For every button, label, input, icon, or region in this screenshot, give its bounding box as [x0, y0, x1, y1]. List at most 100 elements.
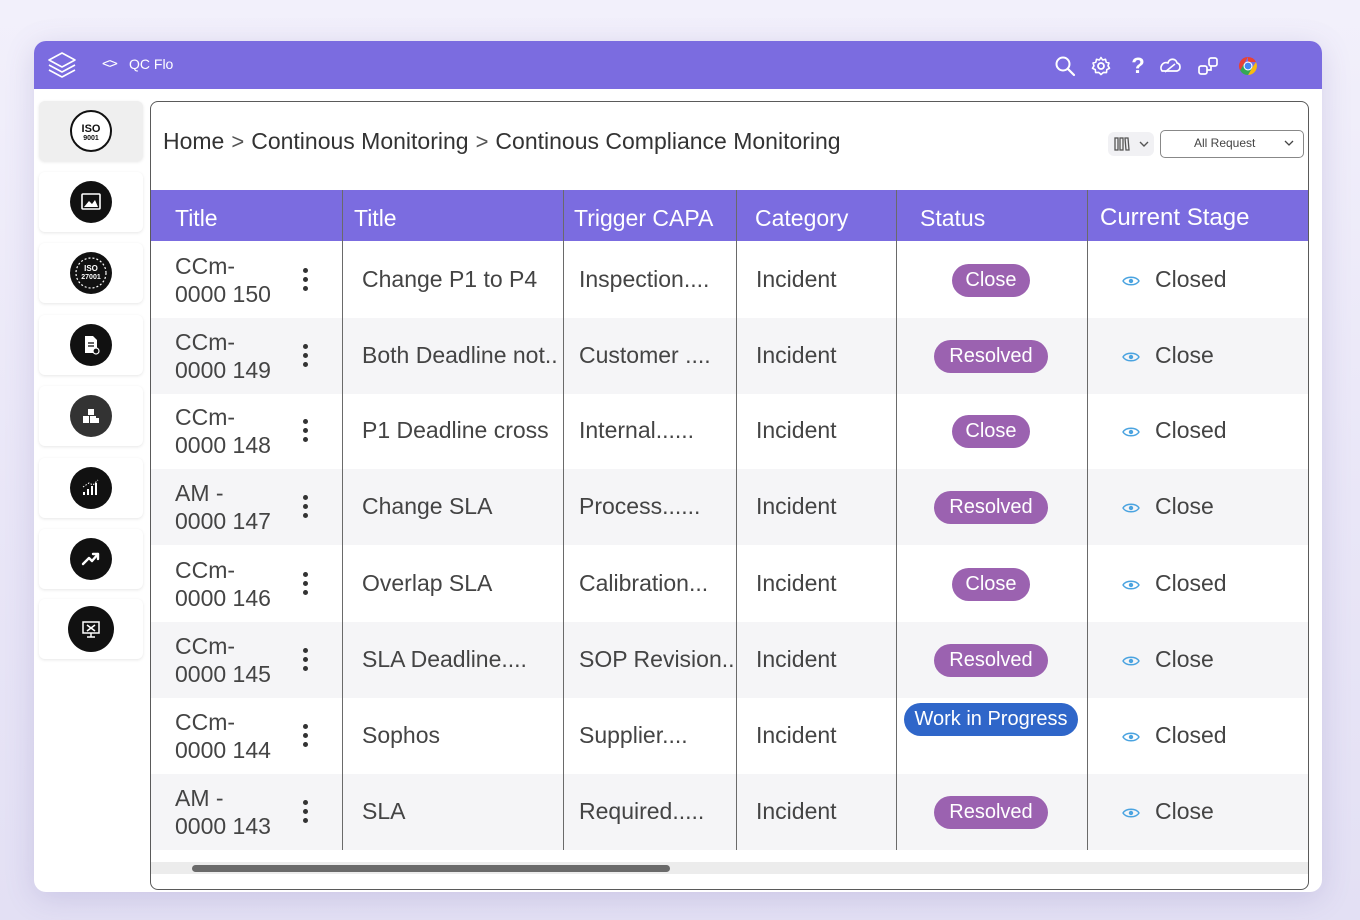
sidebar-item-signal-chart[interactable]: [39, 458, 143, 518]
request-id-line2: 0000 147: [175, 508, 271, 534]
search-icon[interactable]: [1054, 55, 1076, 77]
eye-icon[interactable]: [1122, 730, 1140, 742]
workflow-icon[interactable]: [1197, 55, 1219, 77]
status-badge[interactable]: Close: [952, 568, 1030, 601]
row-trigger-capa: Supplier....: [579, 722, 688, 748]
request-filter-select[interactable]: All Request: [1160, 130, 1304, 158]
sidebar-item-monitor-tools[interactable]: [39, 599, 143, 659]
status-badge[interactable]: Close: [952, 415, 1030, 448]
status-badge[interactable]: Resolved: [934, 491, 1048, 524]
request-id[interactable]: AM -0000 143: [175, 784, 271, 840]
sidebar-item-iso-27001[interactable]: ISO 27001: [39, 243, 143, 303]
request-id[interactable]: CCm- 0000 149: [175, 328, 271, 384]
row-category: Incident: [756, 266, 837, 292]
column-menu-icon[interactable]: [1057, 206, 1063, 230]
sidebar-item-trend-up[interactable]: [39, 529, 143, 589]
row-trigger-capa: SOP Revision..: [579, 646, 735, 672]
eye-icon[interactable]: [1122, 501, 1140, 513]
row-title: Change P1 to P4: [362, 266, 538, 292]
column-header-title[interactable]: Title: [354, 190, 564, 241]
table-row[interactable]: AM -0000 143 SLA Required..... Incident Reso…: [151, 774, 1308, 850]
requests-table: Title Title Trigger CAPA Category Status: [151, 190, 1308, 850]
request-id[interactable]: AM -0000 147: [175, 479, 271, 535]
status-badge[interactable]: Resolved: [934, 644, 1048, 677]
eye-icon[interactable]: [1122, 654, 1140, 666]
sidebar-item-image-report[interactable]: [39, 172, 143, 232]
chevron-down-icon: [1283, 137, 1295, 152]
column-header-status[interactable]: Status: [920, 190, 1060, 241]
column-header-current-stage[interactable]: Current Stage: [1100, 190, 1300, 241]
request-id-line1: CCm-: [175, 253, 236, 279]
row-current-stage: Closed: [1155, 266, 1227, 292]
request-id[interactable]: CCm- 0000 148: [175, 403, 271, 459]
breadcrumb-continous-monitoring[interactable]: Continous Monitoring: [251, 128, 468, 154]
eye-icon[interactable]: [1122, 274, 1140, 286]
column-header-label: Title: [354, 205, 397, 231]
eye-icon[interactable]: [1122, 578, 1140, 590]
chrome-icon[interactable]: [1237, 55, 1259, 77]
horizontal-scrollbar[interactable]: [151, 862, 1308, 874]
table-row[interactable]: CCm- 0000 150 Change P1 to P4 Inspection...…: [151, 242, 1308, 318]
column-view-toggle[interactable]: [1108, 132, 1154, 156]
row-title: Both Deadline not..: [362, 342, 558, 368]
request-id-line1: CCm-: [175, 404, 236, 430]
row-current-stage: Closed: [1155, 570, 1227, 596]
row-menu-icon[interactable]: [303, 648, 309, 672]
column-header-trigger-capa[interactable]: Trigger CAPA: [574, 190, 734, 241]
status-badge[interactable]: Close: [952, 264, 1030, 297]
row-menu-icon[interactable]: [303, 419, 309, 443]
iso-9001-icon: ISO 9001: [70, 110, 112, 152]
status-badge[interactable]: Resolved: [934, 340, 1048, 373]
eye-icon[interactable]: [1122, 350, 1140, 362]
row-menu-icon[interactable]: [303, 268, 309, 292]
table-row[interactable]: CCm- 0000 149 Both Deadline not.. Customer …: [151, 318, 1308, 394]
row-menu-icon[interactable]: [303, 800, 309, 824]
column-menu-icon[interactable]: [724, 205, 730, 229]
status-badge[interactable]: Work in Progress: [904, 703, 1078, 736]
layers-logo-icon[interactable]: [46, 50, 78, 80]
help-icon[interactable]: ?: [1127, 55, 1149, 77]
column-menu-icon[interactable]: [312, 206, 318, 230]
row-trigger-capa: Internal......: [579, 417, 695, 443]
request-id[interactable]: CCm- 0000 146: [175, 556, 271, 612]
table-row[interactable]: AM -0000 147 Change SLA Process...... Incid…: [151, 469, 1308, 545]
row-current-stage: Closed: [1155, 417, 1227, 443]
code-icon[interactable]: <>: [102, 56, 118, 72]
table-row[interactable]: CCm- 0000 146 Overlap SLA Calibration... Inc…: [151, 546, 1308, 622]
status-badge[interactable]: Resolved: [934, 796, 1048, 829]
sidebar-item-iso-9001[interactable]: ISO 9001: [39, 101, 143, 161]
scrollbar-thumb[interactable]: [192, 865, 670, 872]
request-id-line1: CCm-: [175, 329, 236, 355]
sidebar-item-blocks[interactable]: [39, 386, 143, 446]
table-row[interactable]: CCm- 0000 145 SLA Deadline.... SOP Revision…: [151, 622, 1308, 698]
row-menu-icon[interactable]: [303, 495, 309, 519]
breadcrumb-home[interactable]: Home: [163, 128, 224, 154]
row-category: Incident: [756, 722, 837, 748]
integrations-icon[interactable]: [1158, 55, 1181, 77]
row-title: P1 Deadline cross: [362, 417, 549, 443]
column-divider: [1087, 190, 1088, 850]
table-row[interactable]: CCm- 0000 144 Sophos Supplier.... Incident Wo…: [151, 698, 1308, 774]
signal-chart-icon: [70, 467, 112, 509]
row-menu-icon[interactable]: [303, 344, 309, 368]
table-row[interactable]: CCm- 0000 148 P1 Deadline cross Internal...…: [151, 393, 1308, 469]
row-title: SLA Deadline....: [362, 646, 527, 672]
request-id[interactable]: CCm- 0000 150: [175, 252, 271, 308]
request-id[interactable]: CCm- 0000 144: [175, 708, 271, 764]
sidebar-item-document-settings[interactable]: [39, 315, 143, 375]
column-divider: [896, 190, 897, 850]
gear-icon[interactable]: [1090, 55, 1112, 77]
eye-icon[interactable]: [1122, 806, 1140, 818]
row-title: Sophos: [362, 722, 441, 748]
column-menu-icon[interactable]: [542, 206, 548, 230]
breadcrumb-separator: >: [475, 129, 489, 154]
column-menu-icon[interactable]: [874, 205, 880, 229]
row-menu-icon[interactable]: [303, 572, 309, 596]
row-menu-icon[interactable]: [303, 724, 309, 748]
eye-icon[interactable]: [1122, 425, 1140, 437]
svg-text:ISO: ISO: [82, 123, 101, 135]
request-id[interactable]: CCm- 0000 145: [175, 632, 271, 688]
trend-up-icon: [70, 538, 112, 580]
row-title: Overlap SLA: [362, 570, 493, 596]
row-current-stage: Close: [1155, 342, 1214, 368]
